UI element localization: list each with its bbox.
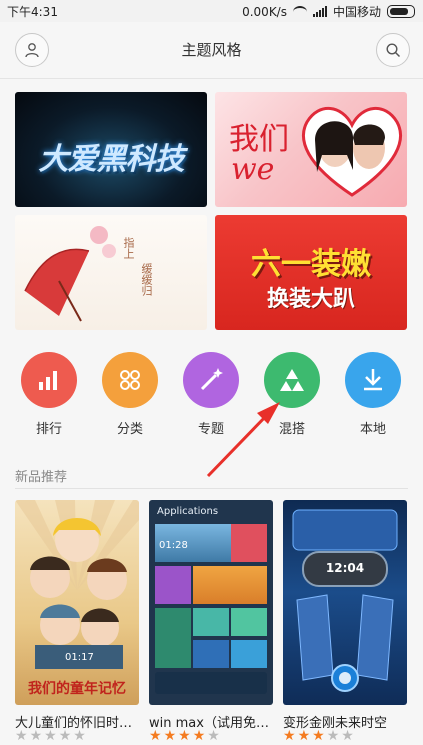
category-topics-label: 专题 [197, 422, 224, 437]
category-local-label: 本地 [359, 422, 386, 437]
theme-card-2-dock [155, 672, 267, 694]
category-ranking[interactable]: 排行 [21, 352, 77, 437]
category-local-bubble [345, 352, 401, 408]
theme-card-2-tile-nature [155, 608, 191, 668]
signal-icon [312, 6, 327, 17]
category-mixmatch[interactable]: 混搭 [264, 352, 320, 437]
category-ranking-label: 排行 [35, 422, 62, 437]
theme-rating-1: ★★★★★ [15, 728, 88, 744]
cartoon-kids-cover-image [15, 500, 139, 669]
rating-star-icon: ★ [341, 728, 356, 744]
rating-star-icon: ★ [178, 728, 193, 744]
status-time: 下午4:31 [7, 5, 58, 19]
rating-star-icon: ★ [44, 728, 59, 744]
theme-card-2-tile-a [193, 608, 229, 636]
red-umbrella-image [24, 226, 116, 322]
network-speed: 0.00K/s [242, 4, 287, 19]
banner-black-tech[interactable]: 大爱黑科技 [15, 92, 207, 207]
theme-card-2-tile-c [193, 640, 229, 668]
grid-icon [120, 370, 140, 390]
category-local[interactable]: 本地 [345, 352, 401, 437]
theme-card-2-tile-camera [231, 524, 267, 562]
banner-childrens-day-subtitle: 换装大趴 [266, 287, 355, 312]
banner-black-tech-text: 大爱黑科技 [38, 142, 185, 177]
section-title: 新品推荐 [15, 470, 68, 485]
rating-star-icon: ★ [29, 728, 45, 744]
theme-card-2-tile-d [231, 640, 267, 668]
top-bar: 主题风格 [0, 22, 423, 79]
category-classify-label: 分类 [116, 422, 143, 437]
search-button[interactable] [376, 33, 410, 67]
triangles-icon [280, 369, 304, 391]
theme-card-1-cover-text: 我们的童年记忆 [28, 681, 126, 697]
carrier-name: 中国移动 [332, 5, 381, 19]
theme-rating-2: ★★★★★ [149, 728, 222, 744]
theme-card-2[interactable]: Applications 01:28 [149, 500, 273, 705]
category-classify[interactable]: 分类 [102, 352, 158, 437]
rating-star-icon: ★ [192, 728, 208, 744]
rating-star-icon: ★ [283, 728, 298, 744]
section-divider [15, 488, 408, 489]
heart-photo-image [302, 106, 402, 197]
status-bar: 下午4:31 0.00K/s 中国移动 [0, 0, 423, 22]
theme-card-1-time: 01:17 [65, 652, 94, 663]
download-icon [364, 369, 382, 391]
robot-cover-image [292, 509, 398, 692]
rating-star-icon: ★ [15, 728, 30, 744]
theme-card-3[interactable]: 12:04 [283, 500, 407, 705]
bar-chart-icon [39, 371, 57, 390]
category-topics[interactable]: 专题 [183, 352, 239, 437]
theme-card-2-header: Applications [157, 506, 219, 517]
rating-star-icon: ★ [297, 728, 313, 744]
theme-card-3-time: 12:04 [325, 561, 365, 575]
wifi-icon [292, 5, 307, 18]
banner-umbrella-text-b: 缓缓归 [140, 263, 153, 296]
banner-umbrella[interactable]: 指上 缓缓归 [15, 215, 207, 330]
page-title: 主题风格 [181, 41, 242, 59]
rating-star-icon: ★ [73, 728, 88, 744]
theme-card-2-tile-weather [193, 566, 267, 604]
rating-star-icon: ★ [149, 728, 164, 744]
category-mixmatch-bubble [264, 352, 320, 408]
banner-umbrella-text-a: 指上 [122, 237, 135, 259]
theme-card-2-tile-b [231, 608, 267, 636]
battery-icon [387, 5, 415, 18]
category-topics-bubble [183, 352, 239, 408]
theme-card-2-time: 01:28 [159, 540, 188, 551]
theme-card-2-tile-message [155, 566, 191, 604]
status-right: 0.00K/s 中国移动 [242, 3, 415, 20]
banner-childrens-day[interactable]: 六一装嫩 换装大趴 [215, 215, 407, 330]
rating-star-icon: ★ [58, 728, 74, 744]
rating-star-icon: ★ [312, 728, 327, 744]
theme-card-1[interactable]: 01:17 我们的童年记忆 [15, 500, 139, 705]
rating-star-icon: ★ [326, 728, 342, 744]
theme-rating-3: ★★★★★ [283, 728, 356, 744]
category-ranking-bubble [21, 352, 77, 408]
banner-we-en-text: we [231, 152, 275, 187]
magic-wand-icon [200, 368, 223, 391]
banner-childrens-day-title: 六一装嫩 [251, 247, 371, 282]
category-mixmatch-label: 混搭 [278, 422, 305, 437]
category-classify-bubble [102, 352, 158, 408]
rating-star-icon: ★ [207, 728, 222, 744]
banner-we[interactable]: 我们 we [215, 92, 407, 207]
search-icon [386, 43, 401, 58]
rating-star-icon: ★ [163, 728, 179, 744]
